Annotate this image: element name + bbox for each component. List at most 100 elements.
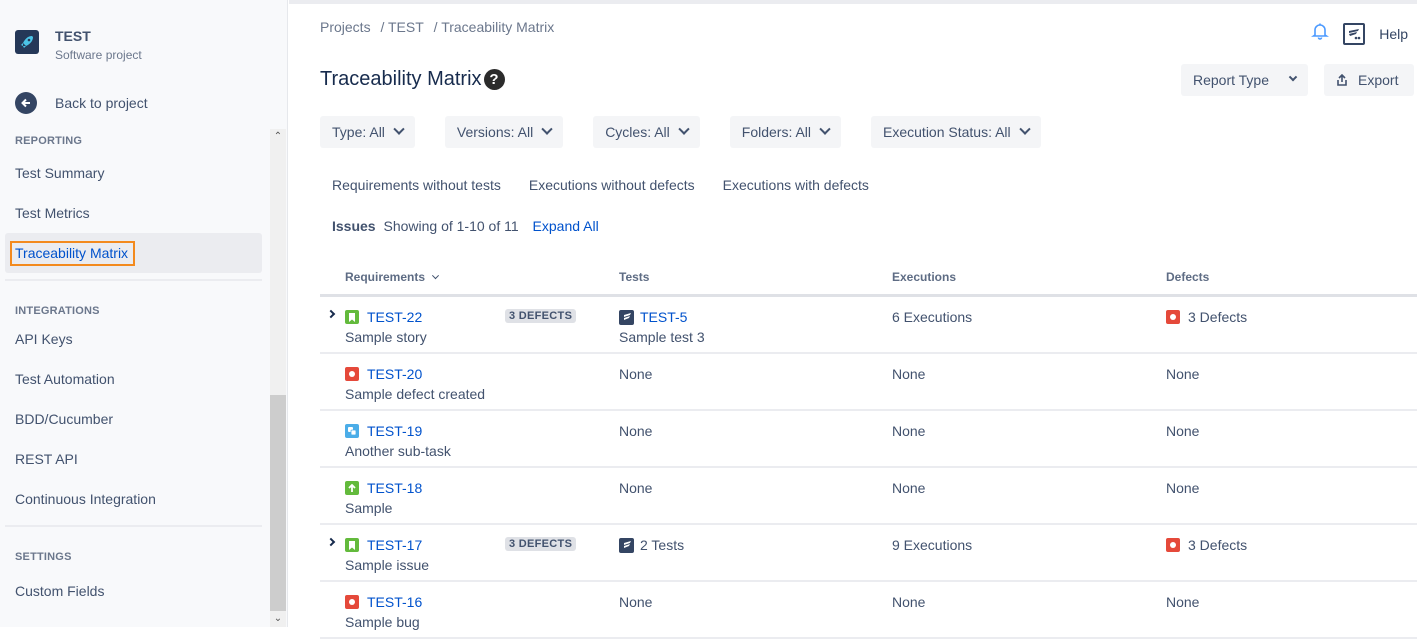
requirement-cell: TEST-19 Another sub-task [345,421,451,461]
test-key-link[interactable]: TEST-5 [640,309,687,325]
requirement-cell: TEST-20 Sample defect created [345,364,485,404]
breadcrumb-projects[interactable]: Projects [320,19,371,35]
quick-filter-executions-without-defects[interactable]: Executions without defects [529,177,695,193]
back-to-project-link[interactable]: Back to project [15,92,148,114]
top-actions: Help [1311,22,1408,45]
project-header[interactable]: TEST Software project [15,28,142,62]
defects-value[interactable]: 3 Defects [1188,309,1247,325]
filter-type[interactable]: Type: All [320,116,415,148]
requirement-summary: Sample [345,500,393,516]
defects-cell: 3 Defects [1166,307,1247,327]
column-executions: Executions [892,270,957,284]
defects-value[interactable]: 3 Defects [1188,537,1247,553]
report-type-dropdown[interactable]: Report Type [1181,64,1308,96]
chevron-right-icon[interactable] [326,309,336,319]
table-row: TEST-22 Sample story 3 DEFECTS TEST-5 Sample… [320,297,1417,354]
filter-cycles[interactable]: Cycles: All [593,116,700,148]
sidebar-item-bdd-cucumber[interactable]: BDD/Cucumber [5,399,262,439]
tests-cell: None [619,592,652,612]
sidebar-item-continuous-integration[interactable]: Continuous Integration [5,479,262,519]
executions-cell: None [892,364,925,384]
section-heading-settings: SETTINGS [15,551,72,563]
zephyr-logo-icon[interactable] [1343,22,1366,45]
requirement-key-link[interactable]: TEST-19 [367,423,422,439]
issues-count: Showing of 1-10 of 11 [383,218,519,234]
column-tests: Tests [619,270,650,284]
quick-filter-requirements-without-tests[interactable]: Requirements without tests [332,177,501,193]
breadcrumb-current[interactable]: / Traceability Matrix [434,19,555,35]
defects-value: None [1166,480,1200,496]
tests-cell: TEST-5 Sample test 3 [619,307,705,347]
defects-value: None [1166,423,1200,439]
sidebar-item-rest-api[interactable]: REST API [5,439,262,479]
table-header: Requirements Tests Executions Defects [320,259,1417,297]
test-icon [619,537,634,553]
bell-icon[interactable] [1311,22,1330,45]
scroll-up-icon[interactable]: ⌃ [270,129,286,145]
defects-badge: 3 DEFECTS [505,309,577,323]
requirement-summary: Sample story [345,329,427,345]
tests-none: None [619,594,653,610]
chevron-down-icon [1288,72,1298,82]
sidebar: TEST Software project Back to project RE… [0,0,288,627]
table-row: TEST-19 Another sub-task None None None [320,411,1417,468]
section-heading-reporting: REPORTING [15,135,83,147]
sidebar-item-traceability-matrix[interactable]: Traceability Matrix [5,233,262,273]
tests-cell: None [619,421,652,441]
defects-cell: None [1166,478,1199,498]
column-defects: Defects [1166,270,1210,284]
chevron-down-icon [1018,123,1031,135]
sidebar-scrollbar[interactable]: ⌃ ⌄ [270,129,286,627]
defects-badge: 3 DEFECTS [505,537,577,551]
executions-value: None [892,594,926,610]
table-row: TEST-20 Sample defect created None None None [320,354,1417,411]
quick-filter-executions-with-defects[interactable]: Executions with defects [723,177,869,193]
scrollbar-thumb[interactable] [270,395,286,611]
filter-versions[interactable]: Versions: All [444,116,564,148]
defects-cell: 3 Defects [1166,535,1247,555]
main-content: Projects / TEST / Traceability Matrix He… [289,4,1417,639]
sidebar-item-test-summary[interactable]: Test Summary [5,153,262,193]
requirement-key-link[interactable]: TEST-16 [367,594,422,610]
executions-value[interactable]: 6 Executions [892,309,972,325]
project-type: Software project [55,48,142,62]
defects-value: None [1166,594,1200,610]
breadcrumb-project[interactable]: / TEST [380,19,423,35]
requirement-key-link[interactable]: TEST-17 [367,537,422,553]
sidebar-item-api-keys[interactable]: API Keys [5,319,262,359]
help-link[interactable]: Help [1379,26,1408,42]
chevron-down-icon [819,123,831,135]
requirement-cell: TEST-22 Sample story [345,307,427,347]
executions-value: None [892,423,926,439]
test-icon [619,309,634,325]
column-requirements[interactable]: Requirements [345,270,440,284]
requirement-summary: Sample issue [345,557,430,573]
tests-count-link[interactable]: 2 Tests [640,537,684,553]
executions-cell: None [892,421,925,441]
requirement-key-link[interactable]: TEST-20 [367,366,422,382]
expand-all-link[interactable]: Expand All [533,218,599,234]
filter-execution-status[interactable]: Execution Status: All [871,116,1041,148]
requirement-cell: TEST-17 Sample issue [345,535,429,575]
table-row: TEST-18 Sample None None None [320,468,1417,525]
bug-icon [345,367,359,381]
export-button[interactable]: Export [1324,64,1414,96]
page-title: Traceability Matrix ? [320,68,505,91]
sidebar-item-test-automation[interactable]: Test Automation [5,359,262,399]
requirement-key-link[interactable]: TEST-22 [367,309,422,325]
traceability-table: Requirements Tests Executions Defects TE… [320,259,1417,639]
sidebar-item-custom-fields[interactable]: Custom Fields [5,571,262,611]
requirement-key-link[interactable]: TEST-18 [367,480,422,496]
sidebar-item-test-metrics[interactable]: Test Metrics [5,193,262,233]
bug-icon [1166,310,1180,324]
executions-value: None [892,480,926,496]
filter-bar: Type: All Versions: All Cycles: All Fold… [320,116,1071,148]
question-icon[interactable]: ? [483,69,505,90]
executions-value[interactable]: 9 Executions [892,537,972,553]
scroll-down-icon[interactable]: ⌄ [270,611,286,627]
divider [5,525,262,527]
filter-folders[interactable]: Folders: All [729,116,842,148]
chevron-right-icon[interactable] [326,537,336,547]
issues-summary: Issues Showing of 1-10 of 11 Expand All [332,218,599,234]
rocket-icon [15,30,39,54]
